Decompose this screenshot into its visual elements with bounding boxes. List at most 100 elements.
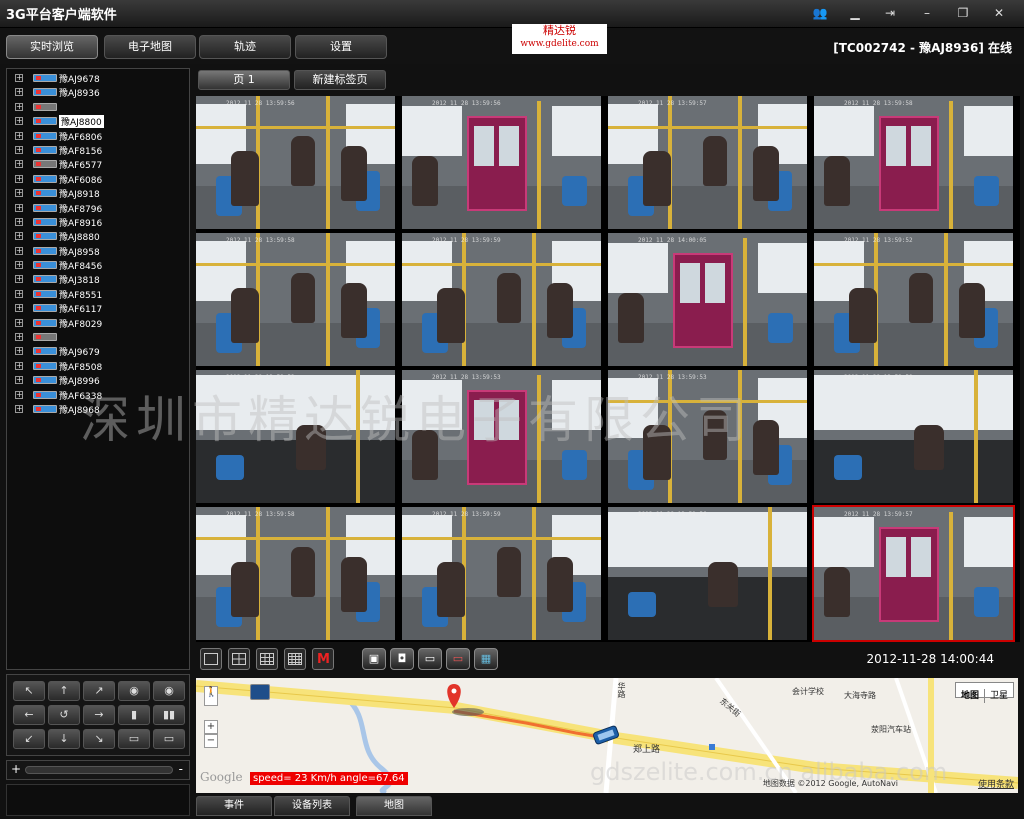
expand-icon[interactable]: + <box>15 404 23 413</box>
pan-up-button[interactable]: ↑ <box>48 681 80 701</box>
expand-icon[interactable]: + <box>15 189 23 198</box>
expand-icon[interactable]: + <box>15 131 23 140</box>
expand-icon[interactable]: + <box>15 304 23 313</box>
expand-icon[interactable]: + <box>15 347 23 356</box>
expand-icon[interactable]: + <box>15 88 23 97</box>
device-tree-item[interactable]: + 豫AJ8880 <box>7 229 189 243</box>
camera-view[interactable]: 2012 11 28 14:00:05 <box>608 233 807 366</box>
iris-open-button[interactable]: ▮ <box>118 705 150 725</box>
camera-view[interactable]: 2012 11 28 13:59:58 <box>196 507 395 640</box>
device-tree-item[interactable]: + 豫AF8916 <box>7 215 189 229</box>
expand-icon[interactable]: + <box>15 117 23 126</box>
expand-icon[interactable]: + <box>15 232 23 241</box>
globe-icon[interactable] <box>250 684 270 700</box>
expand-icon[interactable]: + <box>15 289 23 298</box>
device-tree-item[interactable]: + 豫AJ3818 <box>7 272 189 286</box>
tab-track[interactable]: 轨迹 <box>199 35 291 59</box>
pan-up-right-button[interactable]: ↗ <box>83 681 115 701</box>
ptz-reset-button[interactable]: ↺ <box>48 705 80 725</box>
device-tree-item[interactable]: + 豫AJ9679 <box>7 344 189 358</box>
device-tree-item[interactable]: + 豫AJ8936 <box>7 85 189 99</box>
device-tree-item[interactable]: + 豫AJ8968 <box>7 402 189 416</box>
zoom-out-button[interactable]: ▭ <box>153 729 185 749</box>
camera-view[interactable]: 2012 11 28 13:59:58 <box>814 96 1013 229</box>
volume-increase-button[interactable]: + <box>11 762 21 776</box>
pan-left-button[interactable]: ← <box>13 705 45 725</box>
camera-view[interactable]: 2012 11 28 13:59:59 <box>402 233 601 366</box>
new-tab-button[interactable]: 新建标签页 <box>294 70 386 90</box>
record-button[interactable]: ◘ <box>390 648 414 670</box>
page-tab-1[interactable]: 页 1 <box>198 70 290 90</box>
expand-icon[interactable]: + <box>15 203 23 212</box>
tab-settings[interactable]: 设置 <box>295 35 387 59</box>
device-tree-item[interactable]: + 豫AF8508 <box>7 359 189 373</box>
device-tree-item[interactable]: + 豫AF8029 <box>7 316 189 330</box>
pegman-icon[interactable]: 🚶 <box>204 686 218 706</box>
layout-full-button[interactable]: M <box>312 648 334 670</box>
camera-view[interactable]: 2012 11 28 13:59:56 <box>608 507 807 640</box>
pan-down-right-button[interactable]: ↘ <box>83 729 115 749</box>
layout-2x2-button[interactable] <box>228 648 250 670</box>
expand-icon[interactable]: + <box>15 145 23 154</box>
device-tree-item[interactable]: + <box>7 330 189 344</box>
device-tree-item[interactable]: + 豫AJ8800 <box>7 114 189 129</box>
expand-icon[interactable]: + <box>15 261 23 270</box>
map-type-map[interactable]: 地图 <box>956 689 985 703</box>
expand-icon[interactable]: + <box>15 160 23 169</box>
expand-icon[interactable]: + <box>15 217 23 226</box>
expand-icon[interactable]: + <box>15 74 23 82</box>
device-tree-item[interactable]: + 豫AF6338 <box>7 388 189 402</box>
focus-near-button[interactable]: ◉ <box>118 681 150 701</box>
device-tree-item[interactable]: + 豫AF8551 <box>7 287 189 301</box>
camera-view[interactable]: 2012 11 28 13:59:58 <box>196 233 395 366</box>
camera-view[interactable]: 2012 11 28 13:59:52 <box>814 233 1013 366</box>
window-icon[interactable]: ⇥ <box>880 5 900 21</box>
device-tree-item[interactable]: + 豫AJ8918 <box>7 186 189 200</box>
expand-icon[interactable]: + <box>15 246 23 255</box>
expand-icon[interactable]: + <box>15 390 23 399</box>
map-panel[interactable]: 🚶 + − 会计学校 大海寺路 荥阳汽车站 东关街 郑上路 华路 地图 卫星 Go… <box>196 678 1018 793</box>
device-tree-item[interactable]: + 豫AF8156 <box>7 143 189 157</box>
camera-view[interactable]: 2012 11 28 13:59:59 <box>402 507 601 640</box>
device-tree-item[interactable]: + 豫AF8456 <box>7 258 189 272</box>
device-tree-item[interactable]: + 豫AF8796 <box>7 201 189 215</box>
device-tree-item[interactable]: + 豫AJ8958 <box>7 244 189 258</box>
expand-icon[interactable]: + <box>15 102 23 111</box>
expand-icon[interactable]: + <box>15 275 23 284</box>
device-tree-item[interactable]: + 豫AJ9678 <box>7 71 189 85</box>
zoom-in-button[interactable]: + <box>204 720 218 734</box>
device-tree-item[interactable]: + 豫AF6086 <box>7 172 189 186</box>
tab-electronic-map[interactable]: 电子地图 <box>104 35 196 59</box>
iris-close-button[interactable]: ▮▮ <box>153 705 185 725</box>
terms-link[interactable]: 使用条款 <box>978 777 1014 790</box>
expand-icon[interactable]: + <box>15 318 23 327</box>
volume-slider[interactable] <box>25 766 173 774</box>
users-icon[interactable]: 👥 <box>810 5 830 21</box>
camera-view[interactable]: 2012 11 28 13:59:53 <box>402 370 601 503</box>
pan-down-button[interactable]: ↓ <box>48 729 80 749</box>
device-tree-item[interactable]: + 豫AF6117 <box>7 301 189 315</box>
minimize-icon[interactable]: ▁ <box>845 5 865 21</box>
pan-up-left-button[interactable]: ↖ <box>13 681 45 701</box>
layout-1x1-button[interactable] <box>200 648 222 670</box>
expand-icon[interactable]: + <box>15 174 23 183</box>
pan-right-button[interactable]: → <box>83 705 115 725</box>
volume-decrease-button[interactable]: - <box>179 762 183 776</box>
zoom-in-button[interactable]: ▭ <box>118 729 150 749</box>
talk-button[interactable]: ▭ <box>418 648 442 670</box>
map-type-satellite[interactable]: 卫星 <box>985 689 1013 703</box>
restore-icon[interactable]: ❐ <box>953 5 973 21</box>
minimize-button[interactable]: – <box>917 5 937 21</box>
camera-view[interactable]: 2012 11 28 13:59:57 <box>812 505 1015 642</box>
tab-map[interactable]: 地图 <box>356 796 432 816</box>
focus-far-button[interactable]: ◉ <box>153 681 185 701</box>
pan-down-left-button[interactable]: ↙ <box>13 729 45 749</box>
tab-events[interactable]: 事件 <box>196 796 272 816</box>
device-tree-item[interactable]: + 豫AF6577 <box>7 157 189 171</box>
expand-icon[interactable]: + <box>15 333 23 342</box>
expand-icon[interactable]: + <box>15 376 23 385</box>
camera-view[interactable]: 2012 11 28 13:59:57 <box>608 96 807 229</box>
tab-live-view[interactable]: 实时浏览 <box>6 35 98 59</box>
camera-view[interactable]: 2012 11 28 13:59:59 <box>814 370 1013 503</box>
expand-icon[interactable]: + <box>15 361 23 370</box>
